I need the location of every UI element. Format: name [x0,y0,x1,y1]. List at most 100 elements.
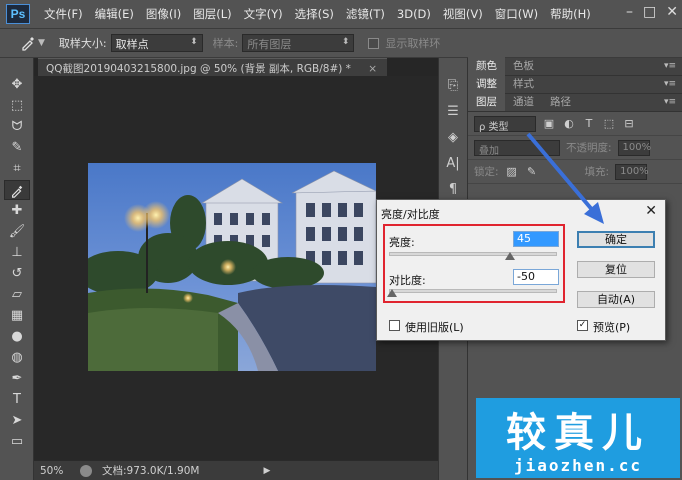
history-panel-icon[interactable]: ⎘ [443,76,463,96]
reset-button[interactable]: 复位 [577,261,655,278]
ok-button[interactable]: 确定 [577,231,655,248]
layers-panel-tabs: 图层 通道 路径 ▾≡ [468,93,682,112]
contrast-input[interactable]: -50 [513,269,559,285]
tab-color[interactable]: 颜色 [468,57,505,75]
menu-file[interactable]: 文件(F) [38,6,89,22]
brightness-slider-thumb[interactable] [504,252,515,260]
path-select-icon[interactable]: ➤ [4,411,30,431]
fill-value: 100% [620,165,649,177]
healing-icon[interactable]: ✚ [4,201,30,221]
window-controls: – □ ✕ [626,4,678,20]
brush-icon[interactable]: 🖌 [4,222,30,242]
fill-input[interactable]: 100% [615,163,649,180]
crop-icon[interactable]: ⌗ [4,159,30,179]
opacity-value: 100% [622,141,652,153]
status-bar: 50% 文档:973.0K/1.90M ▶ [34,460,438,480]
minimize-button[interactable]: – [626,4,633,20]
options-bar: ▼ 取样大小: 取样点 ⬍ 样本: 所有图层 ⬍ 显示取样环 [0,28,682,58]
panel-menu-icon[interactable]: ▾≡ [664,97,676,107]
contrast-slider-thumb[interactable] [387,289,397,297]
menu-select[interactable]: 选择(S) [289,6,340,22]
document-tab[interactable]: QQ截图20190403215800.jpg @ 50% (背景 副本, RGB… [38,58,388,76]
status-menu-arrow-icon[interactable]: ▶ [263,466,270,476]
menu-image[interactable]: 图像(I) [140,6,187,22]
site-watermark: 较真儿 jiaozhen.cc [476,398,680,478]
sample-select[interactable]: 所有图层 ⬍ [242,34,355,52]
blur-icon[interactable]: ● [4,327,30,347]
opacity-input[interactable]: 100% [617,139,652,156]
brightness-value: 45 [517,232,531,245]
menu-3d[interactable]: 3D(D) [391,7,437,21]
preview-checkbox[interactable]: ✓ [577,320,588,331]
3d-panel-icon[interactable]: ◈ [443,128,463,148]
dodge-icon[interactable]: ◍ [4,348,30,368]
watermark-title: 较真儿 [506,410,650,456]
chevron-icon: ⬍ [341,37,350,47]
legacy-checkbox[interactable] [389,320,400,331]
tab-paths[interactable]: 路径 [542,93,579,111]
brightness-slider-track[interactable] [389,252,557,256]
close-window-button[interactable]: ✕ [666,4,678,20]
auto-button[interactable]: 自动(A) [577,291,655,308]
menu-view[interactable]: 视图(V) [437,6,489,22]
type-icon[interactable]: T [4,390,30,410]
menu-type[interactable]: 文字(Y) [238,6,289,22]
lasso-icon[interactable]: ᗢ [4,117,30,137]
menu-window[interactable]: 窗口(W) [489,6,544,22]
paragraph-panel-icon[interactable]: ¶ [443,180,463,200]
tab-layers[interactable]: 图层 [468,93,505,111]
move-icon[interactable]: ✥ [4,75,30,95]
menu-edit[interactable]: 编辑(E) [89,6,140,22]
sample-size-label: 取样大小: [58,37,107,50]
menu-filter[interactable]: 滤镜(T) [340,6,391,22]
brightness-input[interactable]: 45 [513,231,559,247]
contrast-value: -50 [517,270,535,283]
menu-help[interactable]: 帮助(H) [544,6,597,22]
properties-panel-icon[interactable]: ☰ [443,102,463,122]
menu-layer[interactable]: 图层(L) [187,6,237,22]
show-ring-checkbox[interactable] [368,37,380,49]
blend-mode-value: 叠加 [479,145,499,157]
tab-styles[interactable]: 样式 [505,75,542,93]
close-doc-icon[interactable]: × [368,63,377,75]
tab-adjustments[interactable]: 调整 [468,75,505,93]
pen-icon[interactable]: ✒ [4,369,30,389]
photoshop-logo: Ps [6,4,30,24]
tool-preset-caret[interactable]: ▼ [38,38,45,48]
marquee-icon[interactable]: ⬚ [4,96,30,116]
show-ring-label: 显示取样环 [385,37,441,50]
smart-filter-icon[interactable]: ⊟ [622,117,636,130]
panel-menu-icon[interactable]: ▾≡ [664,61,676,71]
document-tab-title: QQ截图20190403215800.jpg @ 50% (背景 副本, RGB… [46,63,351,75]
brightness-label: 亮度: [389,236,415,249]
layer-filter-value: ρ 类型 [479,121,509,133]
sample-size-select[interactable]: 取样点 ⬍ [110,34,203,52]
eyedropper-icon[interactable] [4,180,30,200]
eyedropper-tool-icon[interactable] [20,35,36,51]
gradient-icon[interactable]: ▦ [4,306,30,326]
menu-bar: Ps 文件(F) 编辑(E) 图像(I) 图层(L) 文字(Y) 选择(S) 滤… [0,0,682,28]
panel-menu-icon[interactable]: ▾≡ [664,79,676,89]
tools-panel: ✥ ⬚ ᗢ ✎ ⌗ ✚ 🖌 ⊥ ↺ ▱ ▦ ● ◍ ✒ T ➤ ▭ [0,58,34,480]
sample-size-value: 取样点 [115,38,149,51]
quick-select-icon[interactable]: ✎ [4,138,30,158]
dialog-close-icon[interactable]: ✕ [645,203,657,219]
history-brush-icon[interactable]: ↺ [4,264,30,284]
check-mark-icon: ✓ [578,320,587,330]
canvas-photo[interactable] [88,163,376,371]
watermark-url: jiaozhen.cc [514,456,642,475]
eraser-icon[interactable]: ▱ [4,285,30,305]
tab-swatches[interactable]: 色板 [505,57,542,75]
contrast-slider-track[interactable] [389,289,557,293]
shape-icon[interactable]: ▭ [4,432,30,452]
stamp-icon[interactable]: ⊥ [4,243,30,263]
character-panel-icon[interactable]: A| [443,154,463,174]
contrast-label: 对比度: [389,274,426,287]
lock-label: 锁定: [474,166,499,178]
zoom-level[interactable]: 50% [40,465,74,477]
tab-channels[interactable]: 通道 [505,93,542,111]
status-share-icon[interactable] [80,464,92,477]
maximize-button[interactable]: □ [643,4,656,20]
legacy-label: 使用旧版(L) [405,321,464,334]
lock-pixels-icon[interactable]: ▨ [505,165,519,178]
